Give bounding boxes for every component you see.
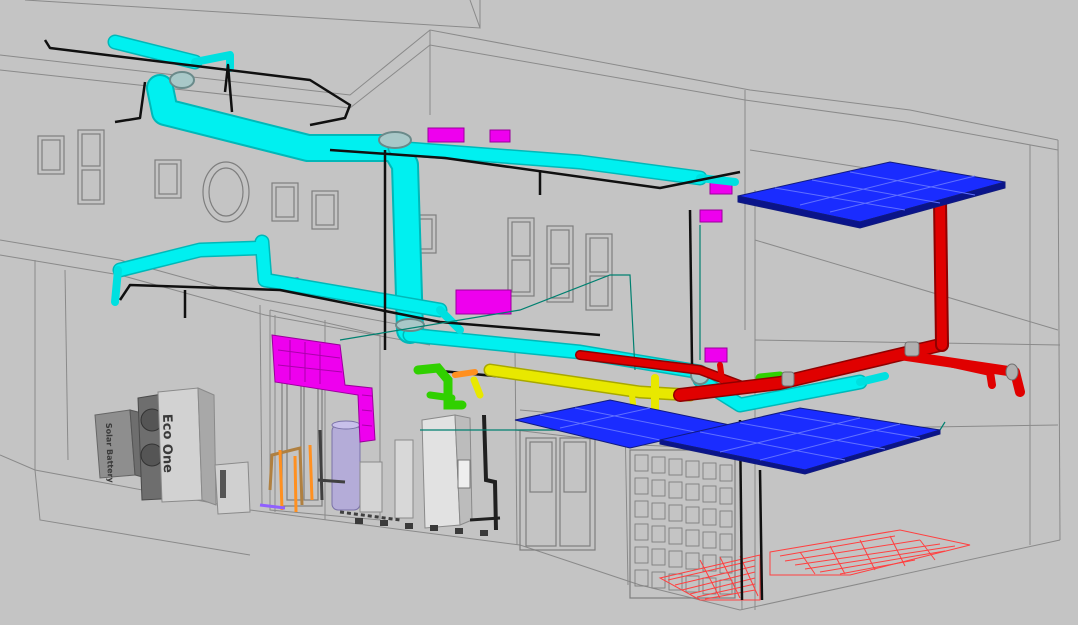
mep-3d-model[interactable]: Solar Battery Eco One (0, 0, 1078, 625)
signal-wire (339, 225, 946, 431)
window-round (202, 161, 250, 223)
window-5 (311, 190, 339, 230)
heating-flow-pipe[interactable] (575, 193, 1025, 402)
eco-one-label-top: Eco (159, 414, 175, 440)
eco-one-heat-pump[interactable]: Eco One (137, 387, 217, 506)
plant-cabinet[interactable] (394, 414, 473, 529)
window-3 (154, 159, 182, 199)
eco-one-label-bottom: One (159, 444, 175, 474)
model-viewport[interactable]: Solar Battery Eco One (0, 0, 1078, 625)
window-9 (585, 233, 613, 311)
window-2 (77, 129, 105, 205)
window-1 (37, 135, 65, 175)
glass-block-wall (629, 449, 736, 599)
window-4 (271, 182, 299, 222)
window-7 (507, 217, 535, 297)
door-2 (519, 429, 596, 551)
underfloor-heating-loop[interactable] (658, 529, 971, 601)
auxiliary-unit[interactable] (214, 461, 251, 515)
solar-battery[interactable]: Solar Battery (94, 409, 147, 484)
